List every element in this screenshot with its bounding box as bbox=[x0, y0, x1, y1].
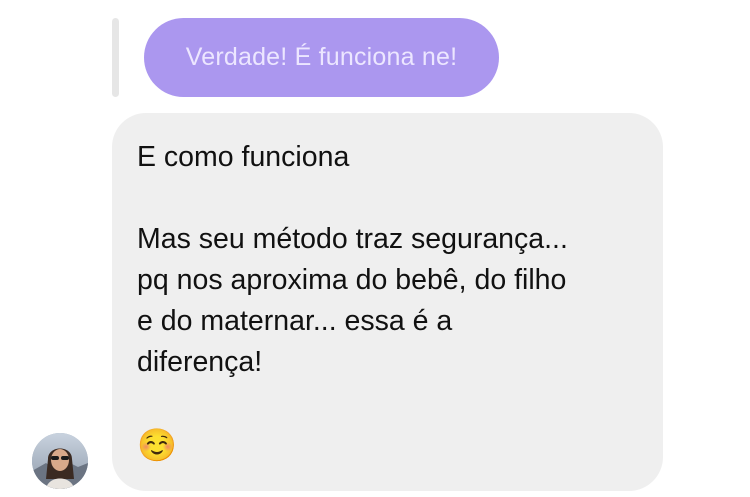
reply-indicator-bar bbox=[112, 18, 119, 97]
message-line: e do maternar... essa é a bbox=[137, 305, 453, 337]
sender-avatar[interactable] bbox=[32, 433, 88, 489]
emoji-row: ☺️ bbox=[137, 425, 177, 465]
message-bubble[interactable]: E como funciona Mas seu método traz segu… bbox=[112, 113, 663, 491]
message-line: Mas seu método traz segurança... bbox=[137, 223, 568, 255]
quoted-message-bubble[interactable]: Verdade! É funciona ne! bbox=[144, 18, 499, 97]
message-line: pq nos aproxima do bebê, do filho bbox=[137, 264, 567, 296]
quoted-message-text: Verdade! É funciona ne! bbox=[185, 43, 458, 71]
smiling-face-emoji-icon: ☺️ bbox=[137, 427, 177, 463]
profile-photo-avatar-icon bbox=[32, 433, 88, 489]
message-line: diferença! bbox=[137, 346, 263, 378]
message-line: E como funciona bbox=[137, 141, 350, 173]
